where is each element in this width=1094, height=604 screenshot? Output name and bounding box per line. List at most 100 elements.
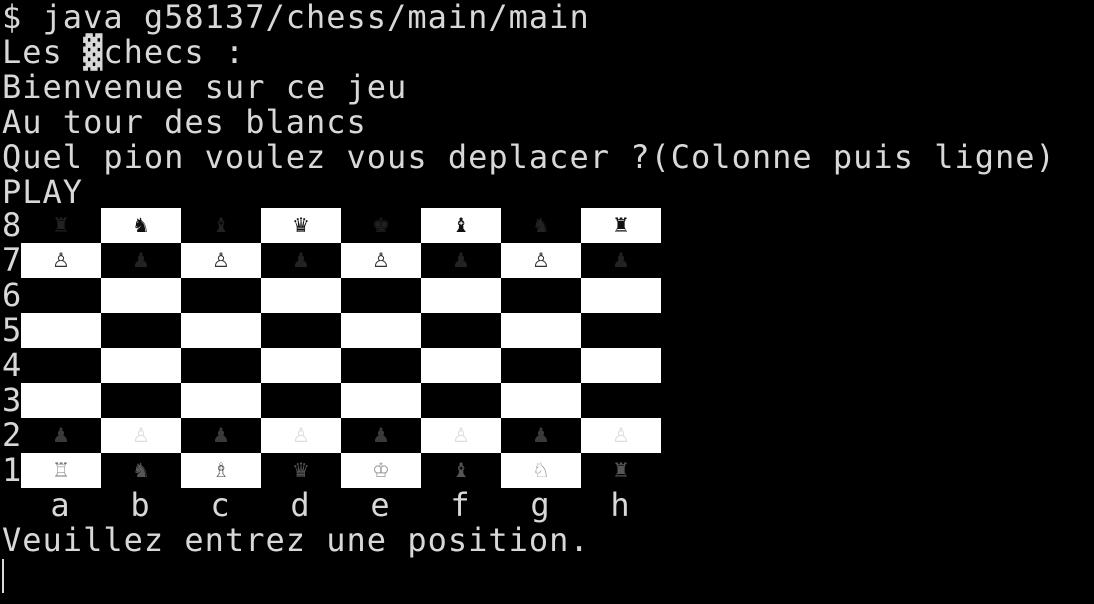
square-e6[interactable] (341, 278, 421, 313)
square-e4[interactable] (341, 348, 421, 383)
square-a5[interactable] (21, 313, 101, 348)
square-d5[interactable] (261, 313, 341, 348)
terminal-window[interactable]: $ java g58137/chess/main/main Les ▓checs… (0, 0, 1094, 604)
square-f1[interactable]: ♝ (421, 453, 501, 488)
game-title-line: Les ▓checs : (2, 33, 246, 71)
text-cursor[interactable] (2, 559, 4, 593)
square-b7[interactable]: ♟ (101, 243, 181, 278)
board-rank-1: 1 ♖ ♞ ♗ ♛ ♔ ♝ ♘ ♜ (0, 453, 661, 488)
square-h5[interactable] (581, 313, 661, 348)
square-e3[interactable] (341, 383, 421, 418)
square-d1[interactable]: ♛ (261, 453, 341, 488)
square-d3[interactable] (261, 383, 341, 418)
square-h2[interactable]: ♙ (581, 418, 661, 453)
white-knight-icon: ♞ (132, 458, 150, 482)
black-pawn-icon: ♟ (612, 248, 630, 272)
square-b5[interactable] (101, 313, 181, 348)
square-g8[interactable]: ♞ (501, 208, 581, 243)
black-pawn-icon: ♟ (292, 248, 310, 272)
square-c6[interactable] (181, 278, 261, 313)
square-f2[interactable]: ♙ (421, 418, 501, 453)
rank-label: 4 (2, 346, 22, 384)
square-b6[interactable] (101, 278, 181, 313)
white-rook-icon: ♖ (52, 458, 70, 482)
square-c7[interactable]: ♙ (181, 243, 261, 278)
black-pawn-icon: ♙ (532, 248, 550, 272)
square-a2[interactable]: ♟ (21, 418, 101, 453)
black-pawn-icon: ♟ (452, 248, 470, 272)
square-d7[interactable]: ♟ (261, 243, 341, 278)
play-line: PLAY (2, 173, 84, 211)
square-f3[interactable] (421, 383, 501, 418)
white-pawn-icon: ♟ (212, 423, 230, 447)
square-h6[interactable] (581, 278, 661, 313)
square-a8[interactable]: ♜ (21, 208, 101, 243)
square-e5[interactable] (341, 313, 421, 348)
rank-label: 5 (2, 311, 22, 349)
square-c1[interactable]: ♗ (181, 453, 261, 488)
square-f4[interactable] (421, 348, 501, 383)
square-f8[interactable]: ♝ (421, 208, 501, 243)
rank-label: 1 (2, 451, 22, 489)
square-a4[interactable] (21, 348, 101, 383)
rank-label: 8 (2, 206, 22, 244)
file-label: c (210, 486, 230, 524)
square-c3[interactable] (181, 383, 261, 418)
square-g4[interactable] (501, 348, 581, 383)
square-a6[interactable] (21, 278, 101, 313)
command-line: $ java g58137/chess/main/main (2, 0, 590, 36)
square-h3[interactable] (581, 383, 661, 418)
square-a3[interactable] (21, 383, 101, 418)
black-queen-icon: ♛ (292, 213, 310, 237)
white-pawn-icon: ♙ (292, 423, 310, 447)
square-b2[interactable]: ♙ (101, 418, 181, 453)
square-b1[interactable]: ♞ (101, 453, 181, 488)
square-c2[interactable]: ♟ (181, 418, 261, 453)
square-g1[interactable]: ♘ (501, 453, 581, 488)
square-h7[interactable]: ♟ (581, 243, 661, 278)
white-queen-icon: ♛ (292, 458, 310, 482)
square-e7[interactable]: ♙ (341, 243, 421, 278)
square-g7[interactable]: ♙ (501, 243, 581, 278)
square-h4[interactable] (581, 348, 661, 383)
black-bishop-icon: ♝ (452, 213, 470, 237)
square-e2[interactable]: ♟ (341, 418, 421, 453)
square-e1[interactable]: ♔ (341, 453, 421, 488)
file-label: d (290, 486, 310, 524)
black-rook-icon: ♜ (612, 213, 630, 237)
black-knight-icon: ♞ (532, 213, 550, 237)
square-e8[interactable]: ♚ (341, 208, 421, 243)
square-c4[interactable] (181, 348, 261, 383)
black-knight-icon: ♞ (132, 213, 150, 237)
square-c5[interactable] (181, 313, 261, 348)
square-d8[interactable]: ♛ (261, 208, 341, 243)
square-f6[interactable] (421, 278, 501, 313)
file-label: h (610, 486, 630, 524)
square-g6[interactable] (501, 278, 581, 313)
square-f7[interactable]: ♟ (421, 243, 501, 278)
square-d4[interactable] (261, 348, 341, 383)
white-bishop-icon: ♝ (452, 458, 470, 482)
square-g2[interactable]: ♟ (501, 418, 581, 453)
square-h1[interactable]: ♜ (581, 453, 661, 488)
square-d2[interactable]: ♙ (261, 418, 341, 453)
square-b8[interactable]: ♞ (101, 208, 181, 243)
board-rank-6: 6 (0, 278, 661, 313)
square-d6[interactable] (261, 278, 341, 313)
welcome-line: Bienvenue sur ce jeu (2, 68, 408, 106)
square-b4[interactable] (101, 348, 181, 383)
square-a1[interactable]: ♖ (21, 453, 101, 488)
square-b3[interactable] (101, 383, 181, 418)
rank-label: 3 (2, 381, 22, 419)
square-g5[interactable] (501, 313, 581, 348)
file-label: g (530, 486, 550, 524)
square-h8[interactable]: ♜ (581, 208, 661, 243)
square-f5[interactable] (421, 313, 501, 348)
square-a7[interactable]: ♙ (21, 243, 101, 278)
square-c8[interactable]: ♝ (181, 208, 261, 243)
rank-label: 2 (2, 416, 22, 454)
white-king-icon: ♔ (372, 458, 390, 482)
square-g3[interactable] (501, 383, 581, 418)
black-king-icon: ♚ (372, 213, 390, 237)
board-rank-3: 3 (0, 383, 661, 418)
